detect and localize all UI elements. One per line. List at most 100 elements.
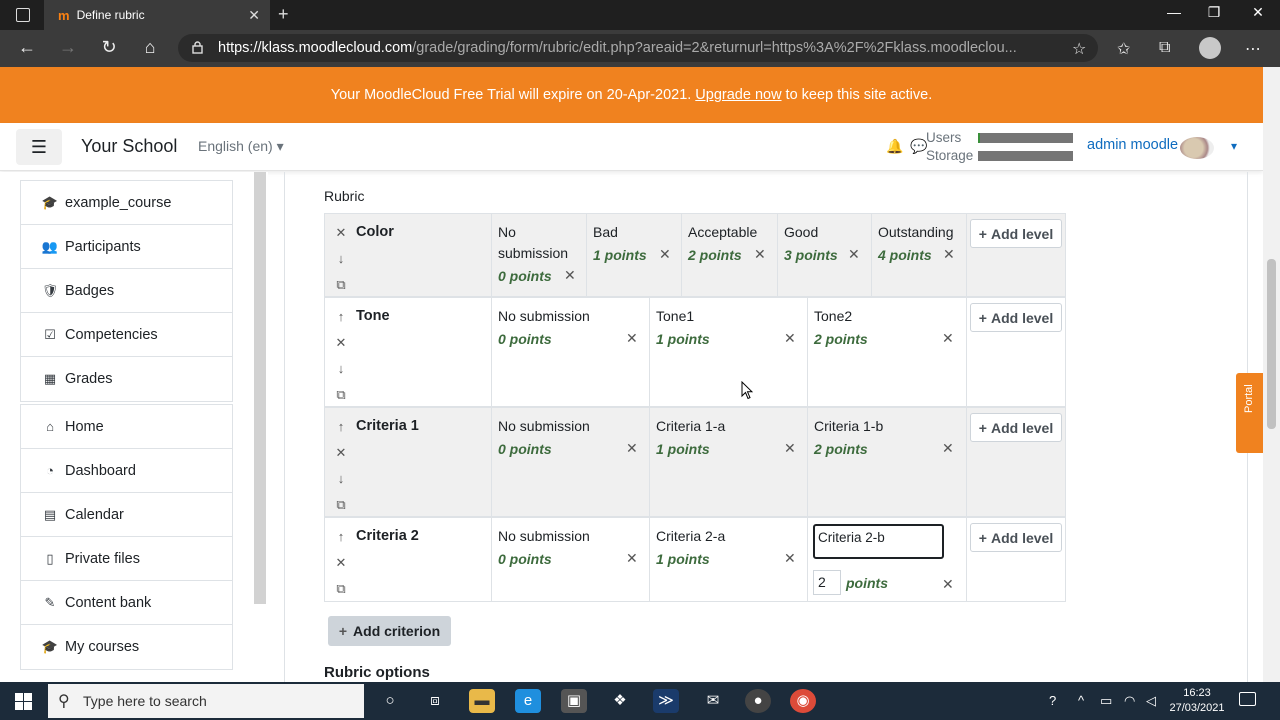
level-points[interactable]: 2 points [814, 441, 868, 457]
add-criterion-button[interactable]: + Add criterion [328, 616, 451, 646]
favorite-star-icon[interactable]: ☆ [1072, 39, 1086, 59]
obs-icon[interactable]: ● [745, 689, 771, 713]
delete-level-icon[interactable]: ✕ [942, 330, 954, 347]
add-level-button[interactable]: + Add level [970, 219, 1062, 248]
level-cell[interactable]: No submission 0 points ✕ [491, 408, 649, 516]
tray-chevron-icon[interactable]: ^ [1078, 693, 1084, 708]
favorites-icon[interactable]: ✩ [1117, 39, 1130, 59]
store-icon[interactable]: ▣ [561, 689, 587, 713]
level-cell[interactable]: Tone2 2 points ✕ [807, 298, 966, 406]
level-name[interactable]: Criteria 1-b [814, 416, 960, 437]
language-menu[interactable]: English (en) ▾ [198, 138, 284, 155]
back-icon[interactable]: ← [15, 37, 39, 58]
level-points[interactable]: 1 points [656, 441, 710, 457]
close-window-icon[interactable]: ✕ [1246, 4, 1270, 21]
url-input[interactable]: https://klass.moodlecloud.com/grade/grad… [178, 34, 1098, 62]
more-menu-icon[interactable]: ⋯ [1245, 39, 1261, 59]
user-menu-name[interactable]: admin moodle [1087, 137, 1178, 153]
level-points[interactable]: 2 points [814, 331, 868, 347]
duplicate-criterion-icon[interactable]: ⧉ [333, 382, 349, 408]
browser-tab[interactable]: m Define rubric ✕ [44, 0, 270, 30]
level-points-input[interactable]: 2 [813, 570, 841, 595]
level-cell[interactable]: Criteria 1-a 1 points ✕ [649, 408, 807, 516]
powershell-icon[interactable]: ≫ [653, 689, 679, 713]
delete-level-icon[interactable]: ✕ [943, 246, 955, 263]
level-name[interactable]: No submission [498, 526, 643, 547]
collections-icon[interactable]: ⧉ [1159, 39, 1170, 57]
delete-level-icon[interactable]: ✕ [848, 246, 860, 263]
criterion-name[interactable]: Criteria 1 [356, 418, 419, 434]
level-definition-textarea[interactable]: Criteria 2-b [813, 524, 944, 559]
level-points[interactable]: 0 points [498, 551, 552, 567]
file-explorer-icon[interactable]: ▬ [469, 689, 495, 713]
delete-level-icon[interactable]: ✕ [784, 440, 796, 457]
move-down-icon[interactable]: ↓ [333, 356, 349, 382]
delete-criterion-icon[interactable]: ✕ [333, 550, 349, 576]
sidebar-item-participants[interactable]: 👥 Participants [21, 225, 232, 269]
add-level-button[interactable]: + Add level [970, 523, 1062, 552]
taskbar-clock[interactable]: 16:23 27/03/2021 [1168, 686, 1226, 716]
upgrade-link[interactable]: Upgrade now [695, 87, 781, 103]
level-cell[interactable]: Criteria 1-b 2 points ✕ [807, 408, 966, 516]
move-down-icon[interactable]: ↓ [333, 246, 349, 272]
sidebar-item-dashboard[interactable]: ◔ Dashboard [21, 449, 232, 493]
delete-criterion-icon[interactable]: ✕ [333, 440, 349, 466]
task-view-icon[interactable]: ⧈ [422, 689, 448, 713]
sidebar-item-calendar[interactable]: ▤ Calendar [21, 493, 232, 537]
add-level-button[interactable]: + Add level [970, 303, 1062, 332]
portal-tab[interactable]: Portal [1236, 373, 1263, 453]
user-menu-caret-icon[interactable]: ▾ [1231, 139, 1237, 153]
drawer-scrollbar[interactable] [254, 172, 266, 604]
sidebar-item-example-course[interactable]: 🎓 example_course [21, 181, 232, 225]
level-cell[interactable]: Criteria 2-a 1 points ✕ [649, 518, 807, 601]
delete-level-icon[interactable]: ✕ [942, 440, 954, 457]
notifications-bell-icon[interactable]: 🔔 [886, 138, 903, 155]
tab-close-icon[interactable]: ✕ [248, 7, 260, 24]
criterion-name[interactable]: Tone [356, 308, 390, 324]
level-name[interactable]: Criteria 2-a [656, 526, 801, 547]
delete-criterion-icon[interactable]: ✕ [333, 220, 349, 246]
delete-criterion-icon[interactable]: ✕ [333, 330, 349, 356]
sidebar-item-content-bank[interactable]: ✎ Content bank [21, 581, 232, 625]
sidebar-item-home[interactable]: ⌂ Home [21, 405, 232, 449]
sidebar-item-grades[interactable]: ▦ Grades [21, 357, 232, 401]
level-points[interactable]: 4 points [878, 247, 932, 263]
level-cell[interactable]: Bad 1 points ✕ [586, 214, 681, 296]
add-level-button[interactable]: + Add level [970, 413, 1062, 442]
level-name[interactable]: Acceptable [688, 222, 771, 243]
level-points[interactable]: 2 points [688, 247, 742, 263]
delete-level-icon[interactable]: ✕ [784, 550, 796, 567]
notifications-icon[interactable] [1239, 692, 1256, 706]
delete-level-icon[interactable]: ✕ [942, 576, 954, 593]
cortana-icon[interactable]: ○ [377, 689, 403, 713]
level-name[interactable]: Tone2 [814, 306, 960, 327]
delete-level-icon[interactable]: ✕ [659, 246, 671, 263]
level-points[interactable]: 0 points [498, 331, 552, 347]
level-cell[interactable]: No submission 0 points ✕ [491, 214, 586, 296]
level-points[interactable]: 1 points [656, 331, 710, 347]
messages-icon[interactable]: 💬 [910, 138, 927, 155]
level-cell[interactable]: Tone1 1 points ✕ [649, 298, 807, 406]
level-name[interactable]: Criteria 1-a [656, 416, 801, 437]
level-points[interactable]: 3 points [784, 247, 838, 263]
delete-level-icon[interactable]: ✕ [754, 246, 766, 263]
help-icon[interactable]: ? [1049, 693, 1056, 708]
level-points[interactable]: 1 points [656, 551, 710, 567]
delete-level-icon[interactable]: ✕ [626, 550, 638, 567]
level-name[interactable]: Good [784, 222, 865, 243]
level-name[interactable]: No submission [498, 222, 578, 264]
level-cell[interactable]: Acceptable 2 points ✕ [681, 214, 777, 296]
sidebar-item-competencies[interactable]: ☑ Competencies [21, 313, 232, 357]
volume-icon[interactable]: ◁ [1146, 693, 1156, 709]
level-name[interactable]: Tone1 [656, 306, 801, 327]
level-points[interactable]: 0 points [498, 441, 552, 457]
move-down-icon[interactable]: ↓ [333, 466, 349, 492]
page-scrollbar-thumb[interactable] [1267, 259, 1276, 429]
delete-level-icon[interactable]: ✕ [784, 330, 796, 347]
delete-level-icon[interactable]: ✕ [564, 267, 576, 284]
move-up-icon[interactable]: ↑ [333, 524, 349, 550]
browser-profile-avatar[interactable] [1199, 37, 1221, 59]
minimize-icon[interactable]: — [1162, 4, 1186, 20]
level-cell[interactable]: No submission 0 points ✕ [491, 518, 649, 601]
level-name[interactable]: Bad [593, 222, 675, 243]
